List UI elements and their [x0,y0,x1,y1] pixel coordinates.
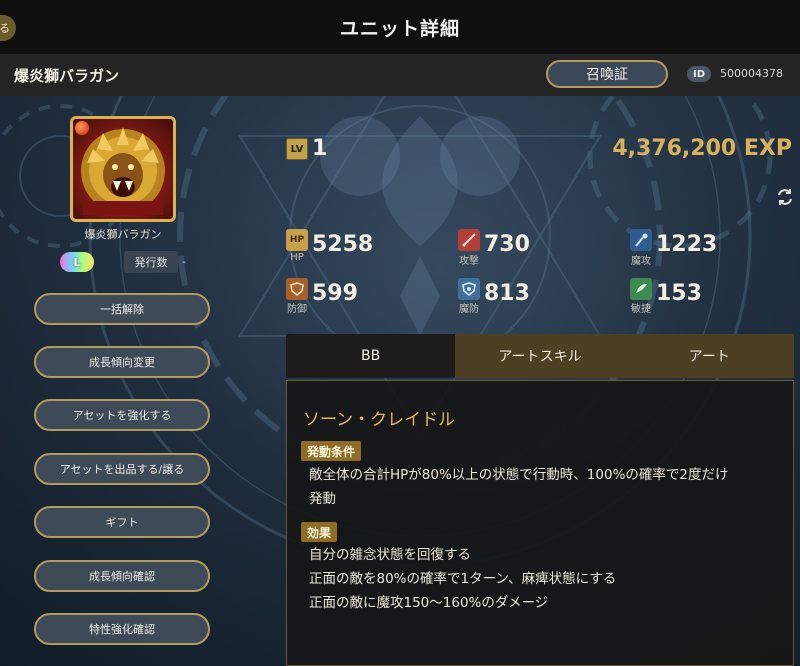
skill-name: ソーン・クレイドル [303,410,456,430]
effect-line: 正面の敵を80%の確率で1ターン、麻痺状態にする [309,571,617,587]
skill-detail-panel: ソーン・クレイドル 発動条件 敵全体の合計HPが80%以上の状態で行動時、100… [286,380,794,666]
lion-unit-art [81,127,165,215]
magic-defense-icon [458,278,480,300]
id-badge: ID [687,66,712,82]
check-trait-button[interactable]: 特性強化確認 [34,613,210,645]
back-button[interactable]: る [0,15,16,41]
defense-label: 防御 [287,304,307,315]
unit-header: 爆炎獅バラガン 召喚証 [0,54,800,96]
page-title: ユニット詳細 [339,17,460,40]
issue-count-label: 発行数 [124,251,178,273]
skill-tabs: BB アートスキル アート [286,334,794,378]
hp-icon: HP [286,229,308,251]
magic-defense-value: 813 [484,281,530,306]
agility-icon [630,278,652,300]
rarity-badge: L [60,252,94,272]
agility-label: 敏捷 [631,304,651,315]
change-growth-button[interactable]: 成長傾向変更 [34,346,210,378]
effect-tag: 効果 [301,522,338,542]
attack-label: 攻撃 [459,256,479,267]
rarity-badge-label: L [73,255,81,269]
gift-button[interactable]: ギフト [34,506,210,538]
bulk-release-button[interactable]: 一括解除 [34,293,210,325]
attack-icon [458,229,480,251]
effect-line: 正面の敵に魔攻150～160%のダメージ [309,595,549,611]
top-bar: る ユニット詳細 [0,0,800,54]
back-button-label: る [0,22,10,35]
hp-value: 5258 [312,232,374,257]
tab-bb[interactable]: BB [286,334,456,378]
effect-line: 自分の雑念状態を回復する [309,547,471,563]
issue-count-value: - [182,255,186,268]
hp-label: HP [290,252,304,263]
fire-element-icon [74,120,90,136]
unit-name: 爆炎獅バラガン [14,66,120,85]
defense-value: 599 [312,281,358,306]
magic-attack-label: 魔攻 [631,256,651,267]
list-asset-button[interactable]: アセットを出品する/譲る [34,453,210,485]
condition-line: 発動 [309,491,336,507]
level-icon: LV [286,138,308,160]
tab-art[interactable]: アート [624,334,794,378]
magic-defense-label: 魔防 [459,304,479,315]
level-value: 1 [312,136,328,161]
unit-id-value: 500004378 [720,67,783,80]
portrait-unit-name: 爆炎獅バラガン [84,228,162,241]
defense-icon [286,278,308,300]
condition-line: 敵全体の合計HPが80%以上の状態で行動時、100%の確率で2度だけ [309,467,729,483]
summon-certificate-button[interactable]: 召喚証 [546,60,668,88]
agility-value: 153 [656,281,702,306]
attack-value: 730 [484,232,530,257]
check-growth-button[interactable]: 成長傾向確認 [34,560,210,592]
refresh-icon[interactable] [775,187,795,207]
condition-tag: 発動条件 [301,441,362,461]
magic-attack-value: 1223 [656,232,718,257]
magic-attack-icon [630,229,652,251]
exp-value: 4,376,200 EXP [612,136,792,161]
enhance-asset-button[interactable]: アセットを強化する [34,399,210,431]
tab-art-skill[interactable]: アートスキル [455,334,625,378]
